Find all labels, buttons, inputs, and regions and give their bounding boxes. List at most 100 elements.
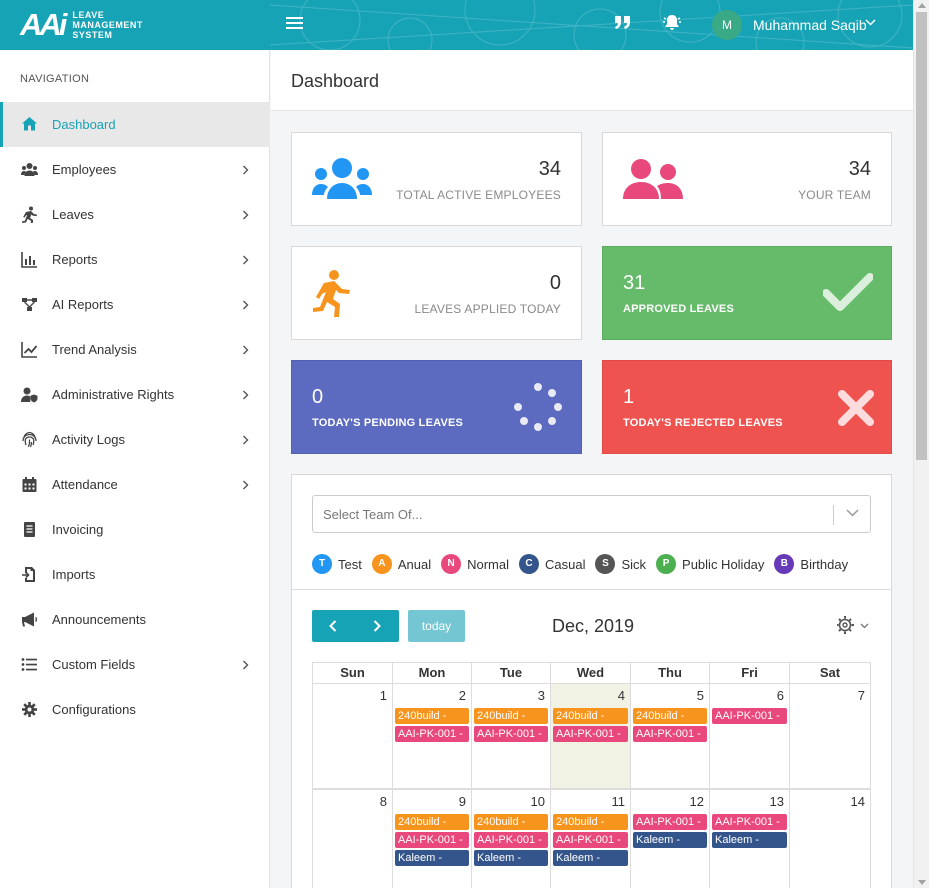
chevron-down-icon[interactable] (865, 19, 876, 27)
sidebar-item-custom-fields[interactable]: Custom Fields (0, 642, 270, 687)
calendar-event[interactable]: AAI-PK-001 - (395, 832, 469, 848)
calendar-event[interactable]: AAI-PK-001 - (712, 814, 787, 830)
legend-item-sick[interactable]: S Sick (595, 554, 646, 574)
calendar-event[interactable]: 240build - (553, 814, 628, 830)
sidebar-item-imports[interactable]: Imports (0, 552, 270, 597)
sidebar-item-reports[interactable]: Reports (0, 237, 270, 282)
calendar-event[interactable]: Kaleem - (395, 850, 469, 866)
calendar-day-cell[interactable]: 14 (790, 790, 870, 888)
legend-item-public-holiday[interactable]: P Public Holiday (656, 554, 764, 574)
menu-toggle-icon[interactable] (286, 17, 303, 31)
day-number[interactable]: 1 (380, 688, 387, 703)
sidebar-item-trend-analysis[interactable]: Trend Analysis (0, 327, 270, 372)
prev-month-button[interactable] (312, 610, 355, 642)
pending-leaves-card[interactable]: 0 TODAY'S PENDING LEAVES (291, 360, 582, 454)
your-team-card[interactable]: 34 YOUR TEAM (602, 132, 892, 226)
calendar-day-cell[interactable]: 11 240build - AAI-PK-001 - Kaleem - (551, 790, 631, 888)
calendar-event[interactable]: AAI-PK-001 - (474, 832, 548, 848)
legend-item-birthday[interactable]: B Birthday (774, 554, 848, 574)
calendar-event[interactable]: AAI-PK-001 - (395, 726, 469, 742)
calendar-day-cell[interactable]: 2 240build - AAI-PK-001 - (393, 684, 472, 788)
sidebar-item-activity-logs[interactable]: Activity Logs (0, 417, 270, 462)
rejected-leaves-card[interactable]: 1 TODAY'S REJECTED LEAVES (602, 360, 892, 454)
calendar-event[interactable]: 240build - (474, 814, 548, 830)
user-shield-icon (21, 387, 38, 403)
team-select[interactable]: Select Team Of... (312, 495, 871, 533)
total-active-count: 34 (538, 158, 561, 180)
calendar-event[interactable]: Kaleem - (712, 832, 787, 848)
day-number[interactable]: 10 (531, 794, 545, 809)
calendar-day-cell[interactable]: 10 240build - AAI-PK-001 - Kaleem - (472, 790, 551, 888)
sidebar-item-configurations[interactable]: Configurations (0, 687, 270, 732)
calendar-day-cell[interactable]: 9 240build - AAI-PK-001 - Kaleem - (393, 790, 472, 888)
approved-leaves-card[interactable]: 31 APPROVED LEAVES (602, 246, 892, 340)
calendar-day-cell[interactable]: 6 AAI-PK-001 - (710, 684, 790, 788)
day-number[interactable]: 2 (459, 688, 466, 703)
calendar-event[interactable]: AAI-PK-001 - (553, 832, 628, 848)
calendar-event[interactable]: AAI-PK-001 - (712, 708, 787, 724)
day-number[interactable]: 5 (697, 688, 704, 703)
leaves-applied-today-card[interactable]: 0 LEAVES APPLIED TODAY (291, 246, 582, 340)
calendar-day-cell[interactable]: 13 AAI-PK-001 - Kaleem - (710, 790, 790, 888)
day-number[interactable]: 12 (690, 794, 704, 809)
calendar-event[interactable]: 240build - (474, 708, 548, 724)
calendar-event[interactable]: AAI-PK-001 - (553, 726, 628, 742)
calendar-event[interactable]: AAI-PK-001 - (633, 726, 707, 742)
user-name[interactable]: Muhammad Saqib (753, 17, 867, 33)
calendar-event[interactable]: 240build - (395, 708, 469, 724)
day-number[interactable]: 7 (858, 688, 865, 703)
calendar-event[interactable]: 240build - (395, 814, 469, 830)
calendar-event[interactable]: 240build - (633, 708, 707, 724)
day-number[interactable]: 13 (770, 794, 784, 809)
calendar-event[interactable]: AAI-PK-001 - (474, 726, 548, 742)
today-button[interactable]: today (408, 610, 465, 642)
sidebar-item-employees[interactable]: Employees (0, 147, 270, 192)
day-number[interactable]: 9 (459, 794, 466, 809)
calendar-event[interactable]: 240build - (553, 708, 628, 724)
sidebar-item-leaves[interactable]: Leaves (0, 192, 270, 237)
calendar-event[interactable]: Kaleem - (474, 850, 548, 866)
chevron-down-icon[interactable] (846, 509, 859, 518)
next-month-button[interactable] (356, 610, 399, 642)
total-active-employees-card[interactable]: 34 TOTAL ACTIVE EMPLOYEES (291, 132, 582, 226)
calendar-day-cell[interactable]: 12 AAI-PK-001 - Kaleem - (631, 790, 710, 888)
sidebar-item-dashboard[interactable]: Dashboard (0, 102, 270, 147)
legend-item-casual[interactable]: C Casual (519, 554, 585, 574)
app-logo[interactable]: AAi LEAVE MANAGEMENT SYSTEM (20, 9, 143, 40)
legend-item-test[interactable]: T Test (312, 554, 362, 574)
sidebar-item-attendance[interactable]: Attendance (0, 462, 270, 507)
calendar-day-cell[interactable]: 8 (313, 790, 393, 888)
calendar-event[interactable]: Kaleem - (553, 850, 628, 866)
avatar[interactable]: M (712, 10, 742, 40)
day-number[interactable]: 6 (777, 688, 784, 703)
calendar-day-cell[interactable]: 7 (790, 684, 870, 788)
day-number[interactable]: 14 (851, 794, 865, 809)
calendar-day-cell[interactable]: 5 240build - AAI-PK-001 - (631, 684, 710, 788)
calendar-day-cell[interactable]: 3 240build - AAI-PK-001 - (472, 684, 551, 788)
day-number[interactable]: 3 (538, 688, 545, 703)
day-number[interactable]: 11 (612, 794, 626, 809)
gear-icon (836, 616, 869, 634)
legend-item-normal[interactable]: N Normal (441, 554, 509, 574)
calendar-settings-button[interactable] (836, 615, 869, 640)
calendar-event[interactable]: AAI-PK-001 - (633, 814, 707, 830)
scroll-thumb[interactable] (916, 12, 927, 460)
quote-icon[interactable] (614, 14, 632, 35)
legend-item-anual[interactable]: A Anual (371, 554, 431, 574)
sidebar-item-label: AI Reports (52, 297, 114, 312)
scroll-down-arrow[interactable] (918, 880, 926, 885)
sidebar-item-announcements[interactable]: Announcements (0, 597, 270, 642)
day-number[interactable]: 8 (380, 794, 387, 809)
scroll-up-arrow[interactable] (918, 3, 926, 8)
sidebar-item-invoicing[interactable]: Invoicing (0, 507, 270, 552)
page-scrollbar[interactable] (913, 0, 929, 888)
sidebar-item-ai-reports[interactable]: AI Reports (0, 282, 270, 327)
calendar-event[interactable]: Kaleem - (633, 832, 707, 848)
sidebar-item-label: Employees (52, 162, 117, 177)
calendar-day-cell[interactable]: 4 240build - AAI-PK-001 - (551, 684, 631, 788)
calendar-day-cell[interactable]: 1 (313, 684, 393, 788)
day-number[interactable]: 4 (618, 688, 625, 703)
sidebar-item-administrative-rights[interactable]: Administrative Rights (0, 372, 270, 417)
bell-icon[interactable] (662, 14, 682, 37)
total-active-label: TOTAL ACTIVE EMPLOYEES (396, 188, 561, 202)
